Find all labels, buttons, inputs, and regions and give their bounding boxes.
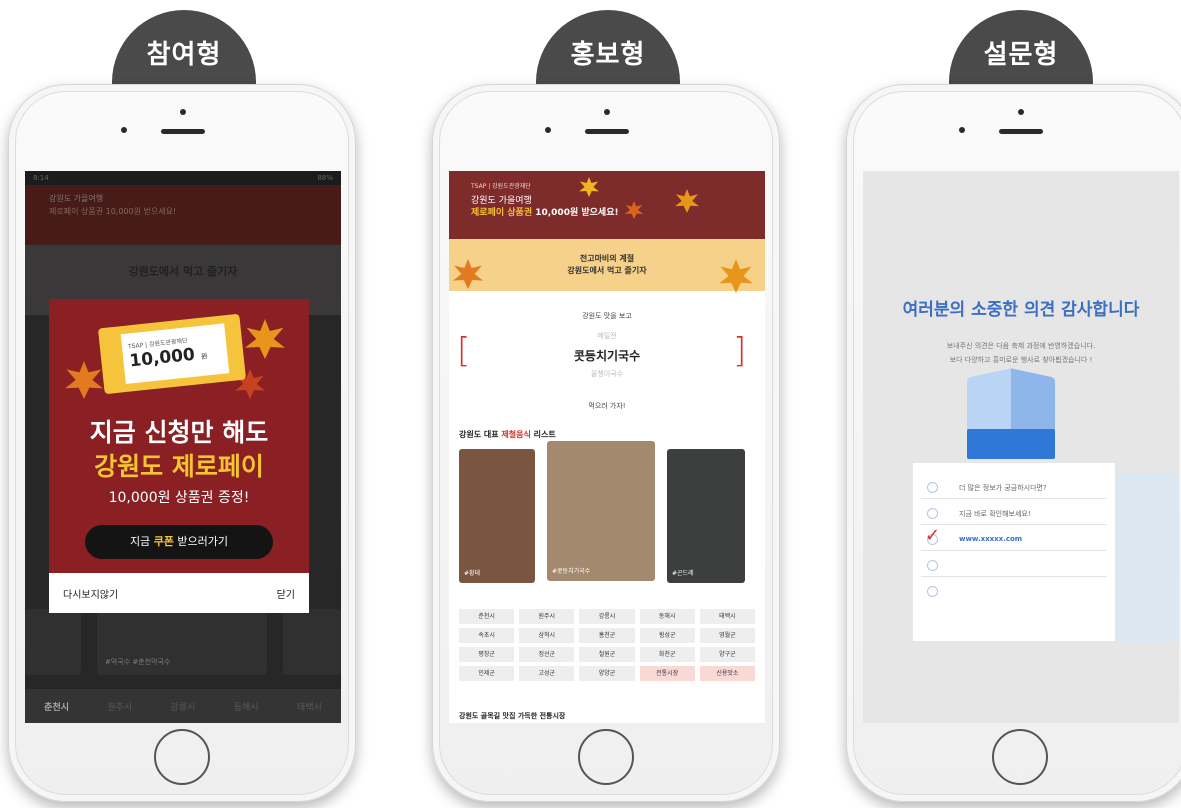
food-caption: #곤드레 xyxy=(672,570,694,577)
phone-survey: 여러분의 소중한 의견 감사합니다 보내주신 의견은 다음 축제 과정에 반영하… xyxy=(846,84,1181,802)
survey-link[interactable]: www.xxxxx.com xyxy=(959,535,1022,543)
home-button[interactable] xyxy=(154,729,210,785)
phone-participation: 8:14 88% 강원도 가을여행 제로페이 상품권 10,000원 받으세요!… xyxy=(8,84,356,802)
maple-leaf-icon xyxy=(675,189,699,213)
get-coupon-button[interactable]: 지금 쿠폰 받으러가기 xyxy=(85,525,273,559)
check-mark-icon: ✓ xyxy=(925,525,941,546)
featured-dish: 콧등치기국수 xyxy=(573,349,641,363)
popup-subheadline: 10,000원 상품권 증정! xyxy=(108,490,250,506)
region-chip[interactable]: 삼척시 xyxy=(519,628,575,643)
earpiece-speaker xyxy=(161,129,205,134)
option-label: 지금 바로 확인해보세요! xyxy=(959,510,1031,518)
radio-button[interactable] xyxy=(927,586,938,597)
promo-content: 강원도 맛을 보고 메밀전 [ 콧등치기국수 ] 올챙이국수 먹으러 가자! 강… xyxy=(449,291,765,723)
promo-subbanner: 천고마비의 계절 강원도에서 먹고 즐기자 xyxy=(449,239,765,293)
screen-promotion: TSAP | 강원도관광재단 강원도 가을여행 제로페이 상품권 10,000원… xyxy=(449,171,765,723)
popup-footer: 다시보지않기 닫기 xyxy=(49,573,309,613)
survey-title: 여러분의 소중한 의견 감사합니다 xyxy=(902,300,1140,320)
radio-button[interactable] xyxy=(927,482,938,493)
food-list-title: 강원도 대표 리스트제철음식 리스트 xyxy=(459,430,556,439)
showcase-stage: 참여형 홍보형 설문형 8:14 88% 강원도 가을여행 제로페이 상품권 1… xyxy=(0,0,1181,808)
maple-leaf-icon xyxy=(245,319,285,359)
phone-promotion: TSAP | 강원도관광재단 강원도 가을여행 제로페이 상품권 10,000원… xyxy=(432,84,780,802)
food-photo[interactable]: #콧등치기국수 xyxy=(547,441,655,581)
food-caption: #황태 xyxy=(464,570,481,577)
region-chip[interactable]: 강릉시 xyxy=(579,609,635,624)
region-chip[interactable]: 양구군 xyxy=(699,647,755,662)
tagline-bottom: 먹으러 가자! xyxy=(588,402,626,410)
popup-headline-highlight: 강원도 제로페이 xyxy=(94,452,264,481)
option-label: 더 많은 정보가 궁금하시다면? xyxy=(959,484,1047,492)
region-chip[interactable]: 홍천군 xyxy=(579,628,635,643)
survey-subtitle: 보내주신 의견은 다음 축제 과정에 반영하겠습니다. xyxy=(946,342,1096,350)
maple-leaf-icon xyxy=(579,177,599,197)
survey-subtitle: 보다 다양하고 흥미로운 행사로 찾아뵙겠습니다 ! xyxy=(949,356,1093,364)
food-photo[interactable]: #황태 xyxy=(459,449,535,583)
coupon-popup: TSAP | 강원도관광재단 10,000 원 지금 신청만 해도 강원도 제로… xyxy=(49,299,309,613)
food-caption: #콧등치기국수 xyxy=(552,568,591,575)
word-below: 올챙이국수 xyxy=(590,370,624,378)
region-chip[interactable]: 고성군 xyxy=(519,666,575,681)
region-chip[interactable]: 신용맛소 xyxy=(699,666,755,681)
region-chip[interactable]: 정선군 xyxy=(519,647,575,662)
region-chip[interactable]: 태백시 xyxy=(699,609,755,624)
region-chip[interactable]: 철원군 xyxy=(579,647,635,662)
tab-survey[interactable]: 설문형 xyxy=(949,10,1093,90)
region-chip[interactable]: 영월군 xyxy=(699,628,755,643)
region-chip[interactable]: 전통시장 xyxy=(639,666,695,681)
maple-leaf-icon xyxy=(65,361,103,399)
region-chip[interactable]: 화천군 xyxy=(639,647,695,662)
earpiece-speaker xyxy=(999,129,1043,134)
earpiece-speaker xyxy=(585,129,629,134)
screen-survey: 여러분의 소중한 의견 감사합니다 보내주신 의견은 다음 축제 과정에 반영하… xyxy=(863,171,1179,723)
word-above: 메밀전 xyxy=(597,332,617,340)
tagline-top: 강원도 맛을 보고 xyxy=(582,312,632,320)
survey-option[interactable]: ✓ www.xxxxx.com xyxy=(921,525,1107,551)
tab-promotion[interactable]: 홍보형 xyxy=(536,10,680,90)
subbanner-text: 천고마비의 계절 강원도에서 먹고 즐기자 xyxy=(567,254,647,275)
region-chip[interactable]: 횡성군 xyxy=(639,628,695,643)
tab-participation[interactable]: 참여형 xyxy=(112,10,256,90)
sensor-dot xyxy=(959,127,965,133)
decorative-panel xyxy=(1115,473,1179,641)
home-button[interactable] xyxy=(578,729,634,785)
survey-option[interactable]: 더 많은 정보가 궁금하시다면? xyxy=(921,477,1107,499)
region-chip[interactable]: 인제군 xyxy=(459,666,515,681)
radio-button[interactable] xyxy=(927,560,938,571)
close-button[interactable]: 닫기 xyxy=(277,586,295,601)
home-button[interactable] xyxy=(992,729,1048,785)
survey-options-panel: 더 많은 정보가 궁금하시다면? 지금 바로 확인해보세요! ✓ www.xxx… xyxy=(913,463,1115,641)
section-title: 강원도 골목길 맛집 가득한 전통시장 xyxy=(459,712,566,720)
region-chip[interactable]: 속초시 xyxy=(459,628,515,643)
survey-option[interactable]: 지금 바로 확인해보세요! xyxy=(921,503,1107,525)
screen-participation: 8:14 88% 강원도 가을여행 제로페이 상품권 10,000원 받으세요!… xyxy=(25,171,341,723)
front-camera xyxy=(180,109,186,115)
front-camera xyxy=(604,109,610,115)
sensor-dot xyxy=(545,127,551,133)
sensor-dot xyxy=(121,127,127,133)
open-book-icon xyxy=(967,368,1055,459)
banner-offer: 제로페이 상품권 10,000원 받으세요! xyxy=(471,208,619,218)
coupon-body: TSAP | 강원도관광재단 10,000 원 xyxy=(120,323,230,384)
promo-banner[interactable]: TSAP | 강원도관광재단 강원도 가을여행 제로페이 상품권 10,000원… xyxy=(449,171,765,239)
region-grid: 춘천시 원주시 강릉시 동해시 태백시 속초시 삼척시 홍천군 횡성군 영월군 … xyxy=(459,609,755,681)
dont-show-again-button[interactable]: 다시보지않기 xyxy=(63,586,118,601)
popup-headline: 지금 신청만 해도 xyxy=(89,418,269,447)
region-chip[interactable]: 평창군 xyxy=(459,647,515,662)
food-photo[interactable]: #곤드레 xyxy=(667,449,745,583)
region-chip[interactable]: 원주시 xyxy=(519,609,575,624)
region-chip[interactable]: 양양군 xyxy=(579,666,635,681)
survey-option[interactable] xyxy=(921,581,1107,603)
region-chip[interactable]: 동해시 xyxy=(639,609,695,624)
maple-leaf-icon xyxy=(625,201,643,219)
coupon-ticket: TSAP | 강원도관광재단 10,000 원 xyxy=(97,313,247,395)
region-chip[interactable]: 춘천시 xyxy=(459,609,515,624)
survey-option[interactable] xyxy=(921,555,1107,577)
right-bracket: ] xyxy=(733,331,747,371)
front-camera xyxy=(1018,109,1024,115)
radio-button[interactable] xyxy=(927,508,938,519)
banner-brand: TSAP | 강원도관광재단 xyxy=(471,183,531,190)
